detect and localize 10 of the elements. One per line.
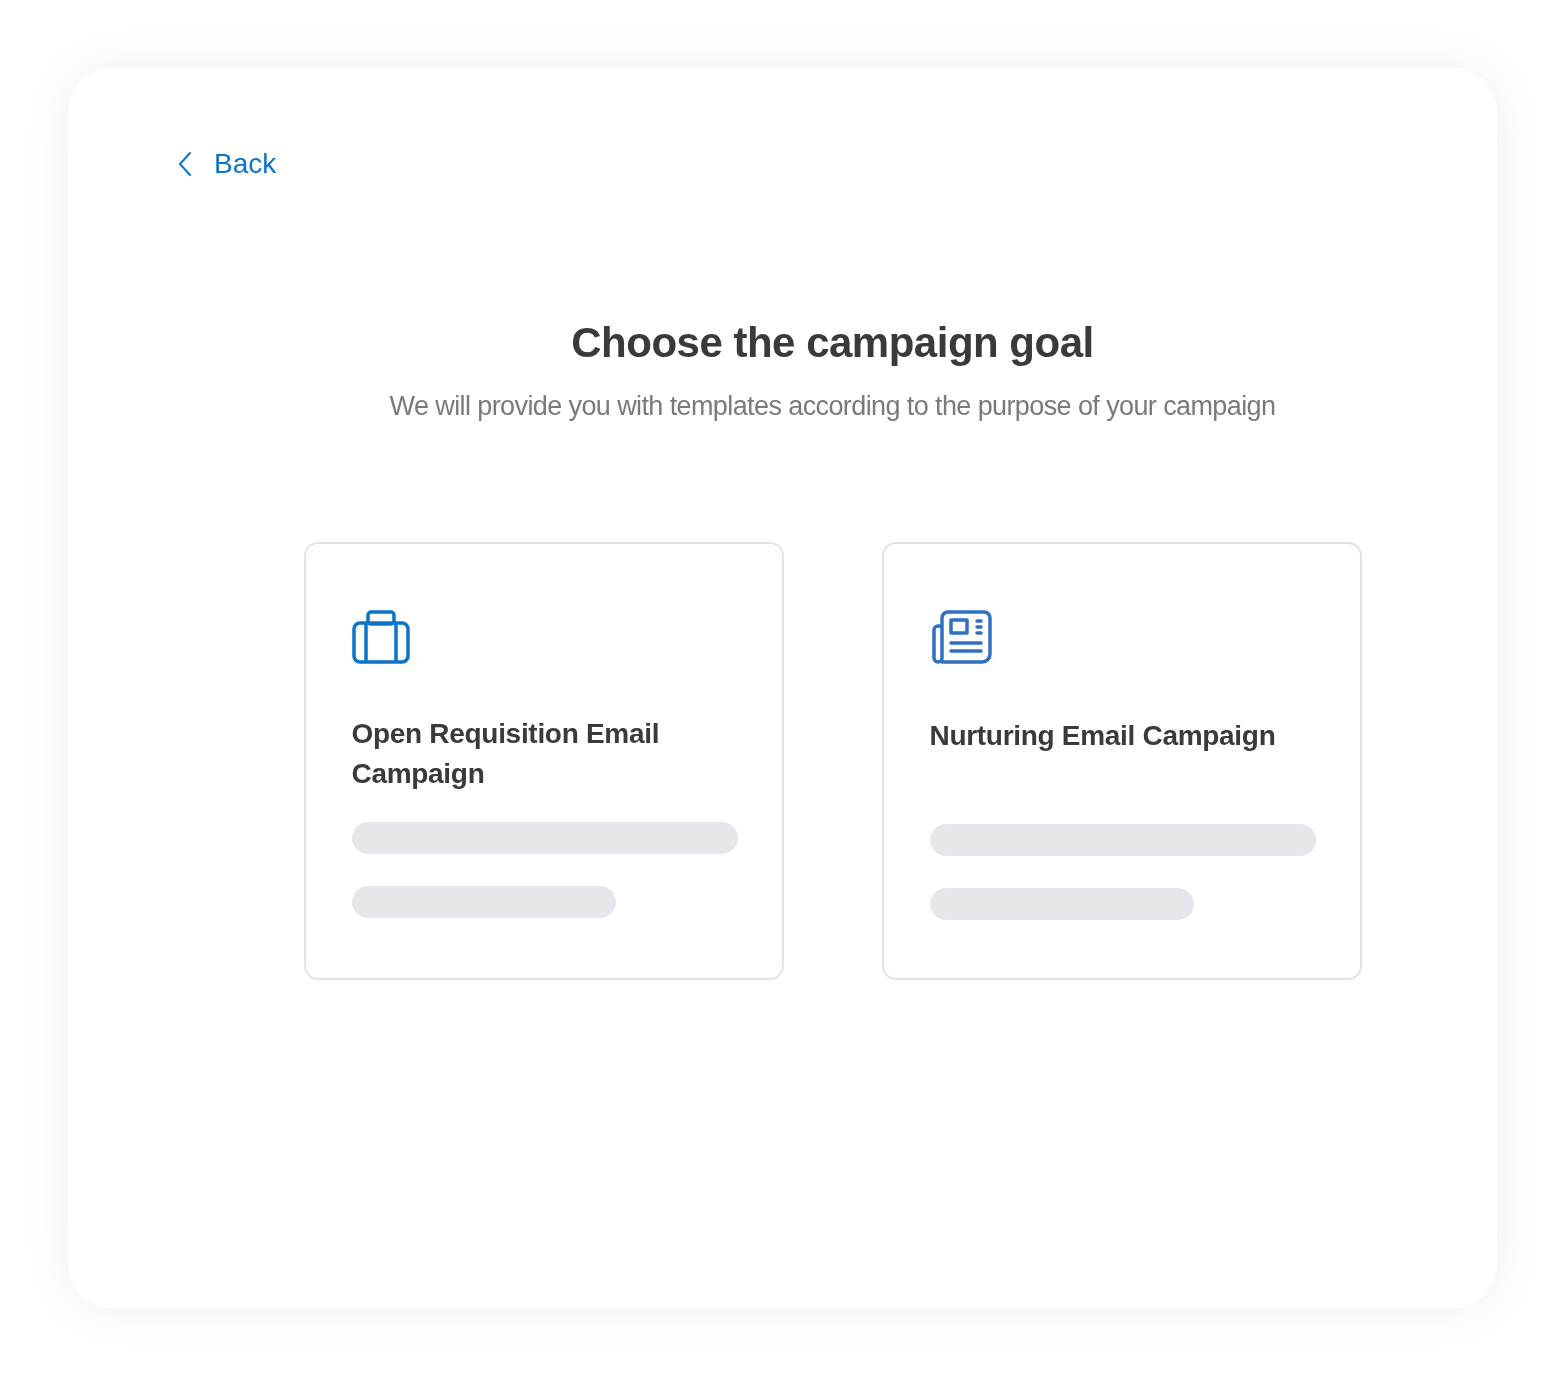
page-subtitle: We will provide you with templates according to the purpose of your campaign <box>388 391 1277 422</box>
page-title: Choose the campaign goal <box>570 319 1095 367</box>
campaign-card[interactable]: Nurturing Email Campaign <box>881 542 1362 980</box>
campaign-card[interactable]: Open Requisition Email Campaign <box>303 542 784 980</box>
briefcase-icon <box>351 610 410 664</box>
card-title: Nurturing Email Campaign <box>929 719 1277 753</box>
card-title: Open Requisition Email Campaign <box>351 717 661 791</box>
newspaper-icon <box>929 610 992 666</box>
back-link[interactable]: Back <box>178 148 277 180</box>
chevron-left-icon <box>178 151 192 177</box>
